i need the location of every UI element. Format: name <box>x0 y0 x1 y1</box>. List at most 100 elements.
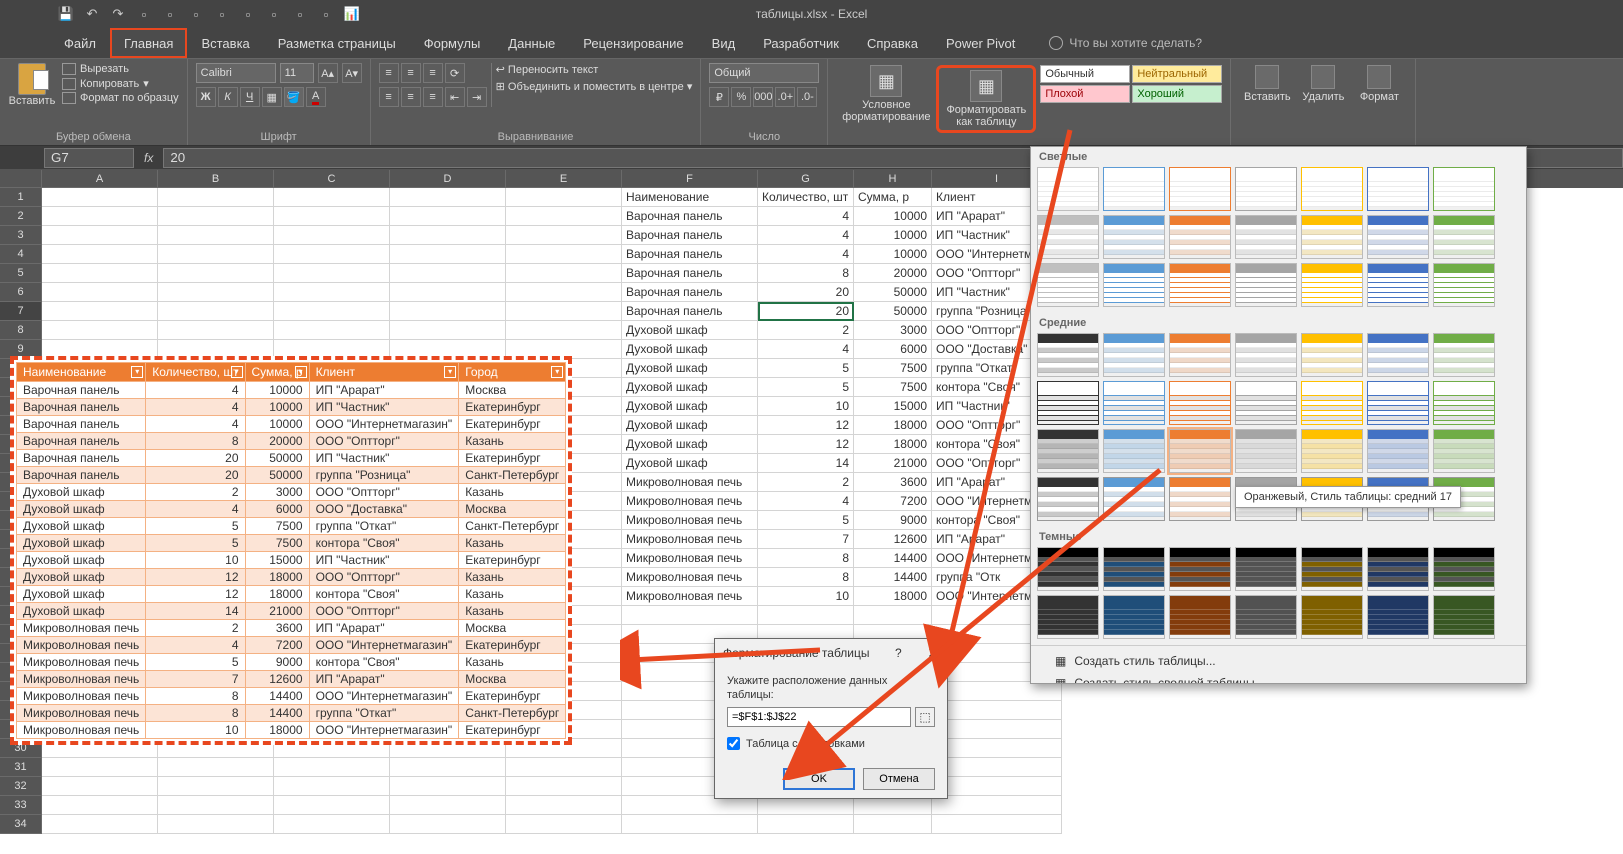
cell[interactable]: 14 <box>758 454 854 473</box>
cell[interactable] <box>158 283 274 302</box>
cell[interactable]: 8 <box>758 549 854 568</box>
style-good[interactable]: Хороший <box>1132 85 1222 103</box>
table-style-swatch[interactable] <box>1169 429 1231 473</box>
cut-button[interactable]: Вырезать <box>62 63 179 75</box>
cell[interactable] <box>274 264 390 283</box>
table-style-swatch[interactable] <box>1103 381 1165 425</box>
table-style-swatch[interactable] <box>1433 381 1495 425</box>
dec-decimal-button[interactable]: .0- <box>797 87 817 107</box>
cell[interactable] <box>390 321 506 340</box>
tab-файл[interactable]: Файл <box>50 28 110 58</box>
cell[interactable]: 21000 <box>854 454 932 473</box>
table-style-swatch[interactable] <box>1037 547 1099 591</box>
cell[interactable]: 4 <box>758 245 854 264</box>
table-style-swatch[interactable] <box>1235 595 1297 639</box>
table-style-swatch[interactable] <box>1037 595 1099 639</box>
cell[interactable] <box>158 302 274 321</box>
tell-me[interactable]: Что вы хотите сделать? <box>1049 28 1202 58</box>
cell[interactable] <box>932 682 1062 701</box>
orientation-button[interactable]: ⟳ <box>445 63 465 83</box>
table-style-swatch[interactable] <box>1367 595 1429 639</box>
table-style-swatch[interactable] <box>1367 263 1429 307</box>
cell[interactable]: Варочная панель <box>622 245 758 264</box>
cell[interactable]: Микроволновая печь <box>622 587 758 606</box>
underline-button[interactable]: Ч <box>240 87 260 107</box>
table-style-swatch[interactable] <box>1169 547 1231 591</box>
table-style-swatch[interactable] <box>1169 477 1231 521</box>
cell[interactable] <box>274 815 390 834</box>
font-name-combo[interactable]: Calibri <box>196 63 276 83</box>
redo-icon[interactable]: ↷ <box>108 4 128 24</box>
table-style-swatch[interactable] <box>1235 215 1297 259</box>
cell[interactable]: 12 <box>758 416 854 435</box>
cell[interactable] <box>158 264 274 283</box>
table-style-swatch[interactable] <box>1235 547 1297 591</box>
table-style-swatch[interactable] <box>1433 167 1495 211</box>
cell[interactable] <box>854 815 932 834</box>
cell[interactable]: 50000 <box>854 302 932 321</box>
select-all-corner[interactable] <box>0 170 42 188</box>
row-header[interactable]: 1 <box>0 188 42 207</box>
row-header[interactable]: 31 <box>0 758 42 777</box>
cell[interactable] <box>158 245 274 264</box>
cell[interactable]: 18000 <box>854 435 932 454</box>
format-as-table-button[interactable]: ▦Форматировать как таблицу <box>936 65 1036 133</box>
cell[interactable] <box>274 758 390 777</box>
table-style-swatch[interactable] <box>1103 477 1165 521</box>
bold-button[interactable]: Ж <box>196 87 216 107</box>
table-style-swatch[interactable] <box>1103 429 1165 473</box>
align-right-button[interactable]: ≡ <box>423 87 443 107</box>
cell[interactable]: Духовой шкаф <box>622 378 758 397</box>
cell[interactable] <box>274 796 390 815</box>
table-style-swatch[interactable] <box>1301 381 1363 425</box>
cell[interactable] <box>42 264 158 283</box>
tab-power pivot[interactable]: Power Pivot <box>932 28 1029 58</box>
valign-mid-button[interactable]: ≡ <box>401 63 421 83</box>
table-style-swatch[interactable] <box>1235 263 1297 307</box>
col-header-A[interactable]: A <box>42 170 158 188</box>
cell[interactable] <box>390 302 506 321</box>
tab-данные[interactable]: Данные <box>494 28 569 58</box>
cell[interactable] <box>506 188 622 207</box>
col-header-D[interactable]: D <box>390 170 506 188</box>
cell[interactable]: Духовой шкаф <box>622 397 758 416</box>
cell[interactable] <box>42 188 158 207</box>
cell[interactable]: Количество, шт <box>758 188 854 207</box>
cell[interactable]: 10000 <box>854 207 932 226</box>
cell[interactable] <box>42 321 158 340</box>
table-style-swatch[interactable] <box>1169 263 1231 307</box>
valign-bot-button[interactable]: ≡ <box>423 63 443 83</box>
cell[interactable]: 7200 <box>854 492 932 511</box>
cell[interactable] <box>390 207 506 226</box>
table-style-swatch[interactable] <box>1103 547 1165 591</box>
cell[interactable]: Сумма, р <box>854 188 932 207</box>
table-style-swatch[interactable] <box>1301 167 1363 211</box>
new-table-style-button[interactable]: ▦Создать стиль таблицы... <box>1031 650 1526 672</box>
table-style-swatch[interactable] <box>1433 215 1495 259</box>
table-style-swatch[interactable] <box>1367 381 1429 425</box>
fx-icon[interactable]: fx <box>144 151 153 165</box>
style-normal[interactable]: Обычный <box>1040 65 1130 83</box>
table-style-swatch[interactable] <box>1433 263 1495 307</box>
row-header[interactable]: 7 <box>0 302 42 321</box>
table-style-swatch[interactable] <box>1367 429 1429 473</box>
cell[interactable] <box>274 302 390 321</box>
indent-inc-button[interactable]: ⇥ <box>467 87 487 107</box>
cell[interactable] <box>932 720 1062 739</box>
col-header-E[interactable]: E <box>506 170 622 188</box>
cell[interactable]: 5 <box>758 359 854 378</box>
cell[interactable]: Варочная панель <box>622 207 758 226</box>
qat-icon[interactable]: ▫ <box>160 4 180 24</box>
cell[interactable] <box>854 606 932 625</box>
table-style-swatch[interactable] <box>1433 429 1495 473</box>
table-style-swatch[interactable] <box>1103 263 1165 307</box>
cell[interactable] <box>390 758 506 777</box>
table-style-swatch[interactable] <box>1169 595 1231 639</box>
table-style-swatch[interactable] <box>1037 381 1099 425</box>
cell[interactable]: Варочная панель <box>622 226 758 245</box>
table-style-swatch[interactable] <box>1169 333 1231 377</box>
tab-рецензирование[interactable]: Рецензирование <box>569 28 697 58</box>
row-header[interactable]: 33 <box>0 796 42 815</box>
insert-cells-button[interactable]: Вставить <box>1239 65 1295 143</box>
cell[interactable]: 5 <box>758 511 854 530</box>
